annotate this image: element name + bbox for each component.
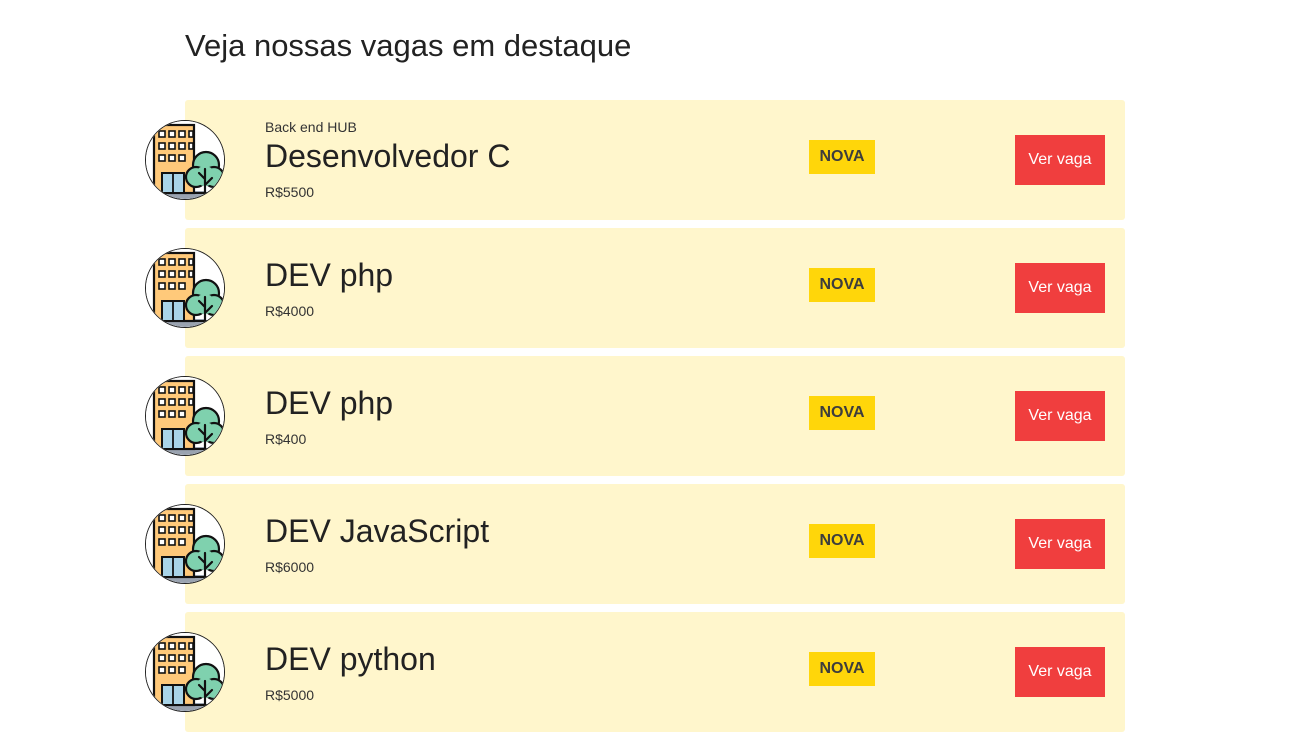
- office-building-icon: [145, 632, 225, 712]
- job-card: DEV php R$4000 NOVA Ver vaga: [0, 228, 1311, 348]
- job-title: DEV JavaScript: [265, 513, 490, 549]
- new-badge: NOVA: [809, 524, 875, 558]
- job-salary: R$5000: [265, 687, 315, 703]
- company-name: Back end HUB: [265, 119, 357, 135]
- office-building-icon: [145, 376, 225, 456]
- job-info: DEV python R$5000: [265, 612, 765, 732]
- job-title: DEV python: [265, 641, 436, 677]
- view-job-button[interactable]: Ver vaga: [1015, 647, 1105, 697]
- office-building-icon: [145, 504, 225, 584]
- job-card: DEV php R$400 NOVA Ver vaga: [0, 356, 1311, 476]
- job-title: Desenvolvedor C: [265, 138, 511, 174]
- jobs-list: Back end HUB Desenvolvedor C R$5500 NOVA…: [0, 100, 1311, 740]
- job-card: Back end HUB Desenvolvedor C R$5500 NOVA…: [0, 100, 1311, 220]
- job-info: DEV php R$400: [265, 356, 765, 476]
- job-card: DEV JavaScript R$6000 NOVA Ver vaga: [0, 484, 1311, 604]
- job-title: DEV php: [265, 257, 394, 293]
- job-info: DEV php R$4000: [265, 228, 765, 348]
- view-job-button[interactable]: Ver vaga: [1015, 263, 1105, 313]
- job-info: DEV JavaScript R$6000: [265, 484, 765, 604]
- view-job-button[interactable]: Ver vaga: [1015, 519, 1105, 569]
- job-salary: R$5500: [265, 184, 315, 200]
- view-job-button[interactable]: Ver vaga: [1015, 135, 1105, 185]
- job-title: DEV php: [265, 385, 394, 421]
- new-badge: NOVA: [809, 268, 875, 302]
- job-info: Back end HUB Desenvolvedor C R$5500: [265, 100, 765, 220]
- job-card: DEV python R$5000 NOVA Ver vaga: [0, 612, 1311, 732]
- office-building-icon: [145, 248, 225, 328]
- new-badge: NOVA: [809, 140, 875, 174]
- page-title: Veja nossas vagas em destaque: [185, 28, 632, 63]
- job-salary: R$4000: [265, 303, 315, 319]
- view-job-button[interactable]: Ver vaga: [1015, 391, 1105, 441]
- new-badge: NOVA: [809, 652, 875, 686]
- new-badge: NOVA: [809, 396, 875, 430]
- job-salary: R$6000: [265, 559, 315, 575]
- job-salary: R$400: [265, 431, 307, 447]
- office-building-icon: [145, 120, 225, 200]
